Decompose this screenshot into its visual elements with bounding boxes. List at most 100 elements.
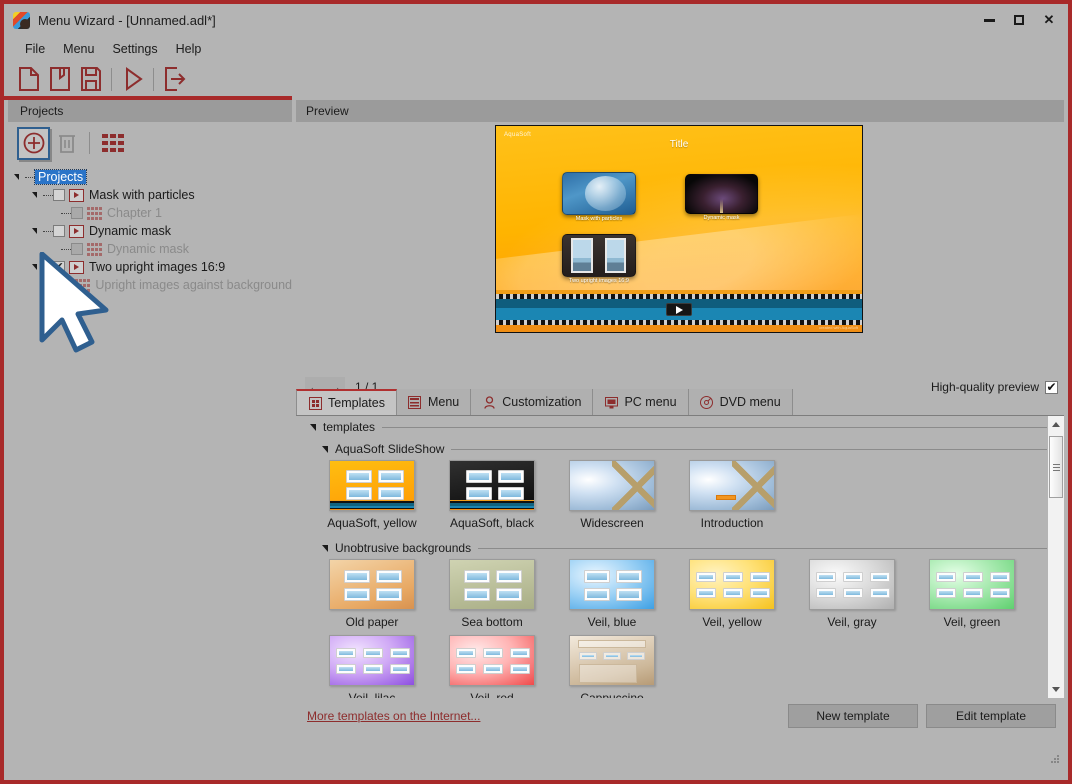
- film-perforations-top: [496, 294, 862, 299]
- disc-icon: [700, 395, 714, 409]
- template-tile-veil-gray[interactable]: Veil, gray: [792, 559, 912, 629]
- brick-wall-icon: [101, 133, 125, 153]
- menu-title: Title: [496, 139, 862, 150]
- maximize-button[interactable]: [1004, 8, 1034, 32]
- expander-open-icon[interactable]: [32, 226, 43, 237]
- maximize-icon: [1014, 15, 1024, 25]
- plus-circle-icon: [22, 131, 46, 155]
- add-project-button[interactable]: [17, 127, 50, 160]
- new-template-button[interactable]: New template: [788, 704, 918, 728]
- scroll-up-button[interactable]: [1048, 416, 1064, 433]
- tree-item-checkbox[interactable]: [71, 207, 83, 219]
- tree-item-checkbox[interactable]: [71, 243, 83, 255]
- template-tile-widescreen[interactable]: Widescreen: [552, 460, 672, 530]
- expander-open-icon[interactable]: [32, 262, 43, 273]
- menu-item-settings[interactable]: Settings: [103, 40, 166, 58]
- film-perforations-bottom: [496, 320, 862, 325]
- tab-pc-menu[interactable]: PC menu: [593, 389, 688, 415]
- edit-template-button[interactable]: Edit template: [926, 704, 1056, 728]
- projects-panel-header: Projects: [8, 100, 292, 122]
- menu-play-button[interactable]: [666, 303, 692, 316]
- minimize-icon: [984, 19, 995, 22]
- group-header-unobtrusive-backgrounds[interactable]: Unobtrusive backgrounds: [296, 537, 1064, 559]
- expander-open-icon[interactable]: [32, 190, 43, 201]
- play-icon: [69, 261, 84, 274]
- thumbnail-cards: [450, 636, 534, 685]
- tree-connector: [61, 213, 71, 214]
- menu-entry-2[interactable]: Dynamic mask: [685, 174, 758, 214]
- toolbar-separator-1: [111, 68, 112, 91]
- template-tile-aquasoft-black[interactable]: AquaSoft, black: [432, 460, 552, 530]
- template-tile-old-paper[interactable]: Old paper: [312, 559, 432, 629]
- tree-item[interactable]: Dynamic mask: [8, 222, 292, 240]
- minimize-button[interactable]: [974, 8, 1004, 32]
- tree-item[interactable]: Mask with particles: [8, 186, 292, 204]
- template-tile-sea-bottom[interactable]: Sea bottom: [432, 559, 552, 629]
- tree-item-checkbox[interactable]: [59, 279, 71, 291]
- collapse-triangle-icon: [322, 545, 328, 552]
- tree-item[interactable]: Projects: [8, 168, 292, 186]
- templates-scrollbar[interactable]: [1047, 416, 1064, 698]
- menu-item-menu[interactable]: Menu: [54, 40, 103, 58]
- menu-entry-1[interactable]: Mask with particles: [562, 172, 636, 215]
- group-header-aquasoft-slideshow[interactable]: AquaSoft SlideShow: [296, 438, 1064, 460]
- tree-item-checkbox[interactable]: ✔: [53, 261, 65, 273]
- dvd-menu-preview[interactable]: AquaSoft Title Mask with particles Dynam…: [495, 125, 863, 333]
- tree-item-checkbox[interactable]: [53, 225, 65, 237]
- template-label: Introduction: [672, 516, 792, 530]
- menu-entry-3[interactable]: Two upright images 16:9: [562, 234, 636, 277]
- project-tree[interactable]: ProjectsMask with particlesChapter 1Dyna…: [8, 164, 292, 734]
- tab-templates[interactable]: Templates: [296, 389, 397, 415]
- tab-menu[interactable]: Menu: [397, 389, 471, 415]
- tab-pc-menu-label: PC menu: [624, 395, 676, 409]
- tree-item[interactable]: Chapter 1: [8, 204, 292, 222]
- thumbnail-chevron: [612, 460, 655, 511]
- grid-icon: [308, 396, 322, 410]
- template-tile-introduction[interactable]: Introduction: [672, 460, 792, 530]
- expander-open-icon[interactable]: [14, 172, 25, 183]
- tab-strip: Templates Menu Customization PC menu: [296, 390, 1064, 416]
- chapter-button[interactable]: [96, 127, 129, 160]
- resize-grip-icon[interactable]: [1051, 755, 1060, 764]
- scrollbar-thumb[interactable]: [1049, 436, 1063, 498]
- tab-customization[interactable]: Customization: [471, 389, 593, 415]
- scroll-down-button[interactable]: [1048, 681, 1064, 698]
- tree-item[interactable]: ✔Two upright images 16:9: [8, 258, 292, 276]
- open-document-button[interactable]: [44, 64, 75, 95]
- new-document-button[interactable]: [13, 64, 44, 95]
- toolbar-rule-right: [292, 96, 1068, 99]
- template-label: Veil, lilac: [312, 691, 432, 698]
- exit-button[interactable]: [159, 64, 190, 95]
- save-button[interactable]: [75, 64, 106, 95]
- template-label: Old paper: [312, 615, 432, 629]
- template-tile-veil-green[interactable]: Veil, green: [912, 559, 1032, 629]
- delete-project-button[interactable]: [50, 127, 83, 160]
- template-tile-veil-red[interactable]: Veil, red: [432, 635, 552, 698]
- menu-entry-2-thumbnail: [685, 174, 758, 214]
- template-tile-veil-blue[interactable]: Veil, blue: [552, 559, 672, 629]
- play-triangle-icon: [122, 66, 144, 92]
- template-thumbnail: [569, 635, 655, 686]
- group-header-templates[interactable]: templates: [296, 416, 1064, 438]
- menu-item-file[interactable]: File: [16, 40, 54, 58]
- tree-item-label: Upright images against background: [95, 278, 292, 292]
- tree-item[interactable]: Upright images against background: [8, 276, 292, 294]
- close-button[interactable]: ✕: [1034, 8, 1064, 32]
- menu-item-help[interactable]: Help: [167, 40, 211, 58]
- template-tile-veil-lilac[interactable]: Veil, lilac: [312, 635, 432, 698]
- tree-item[interactable]: Dynamic mask: [8, 240, 292, 258]
- tree-item-label: Mask with particles: [89, 188, 195, 202]
- more-templates-link[interactable]: More templates on the Internet...: [307, 709, 480, 723]
- play-button[interactable]: [117, 64, 148, 95]
- brick-wall-icon: [75, 279, 90, 292]
- template-label: AquaSoft, black: [432, 516, 552, 530]
- template-label: Veil, red: [432, 691, 552, 698]
- template-label: Veil, yellow: [672, 615, 792, 629]
- template-tile-aquasoft-yellow[interactable]: AquaSoft, yellow: [312, 460, 432, 530]
- template-tile-cappuccino[interactable]: Cappuccino: [552, 635, 672, 698]
- menu-entry-3-caption: Two upright images 16:9: [546, 278, 652, 284]
- tab-dvd-menu[interactable]: DVD menu: [689, 389, 793, 415]
- template-tile-veil-yellow[interactable]: Veil, yellow: [672, 559, 792, 629]
- tree-item-checkbox[interactable]: [53, 189, 65, 201]
- tree-connector: [43, 231, 53, 232]
